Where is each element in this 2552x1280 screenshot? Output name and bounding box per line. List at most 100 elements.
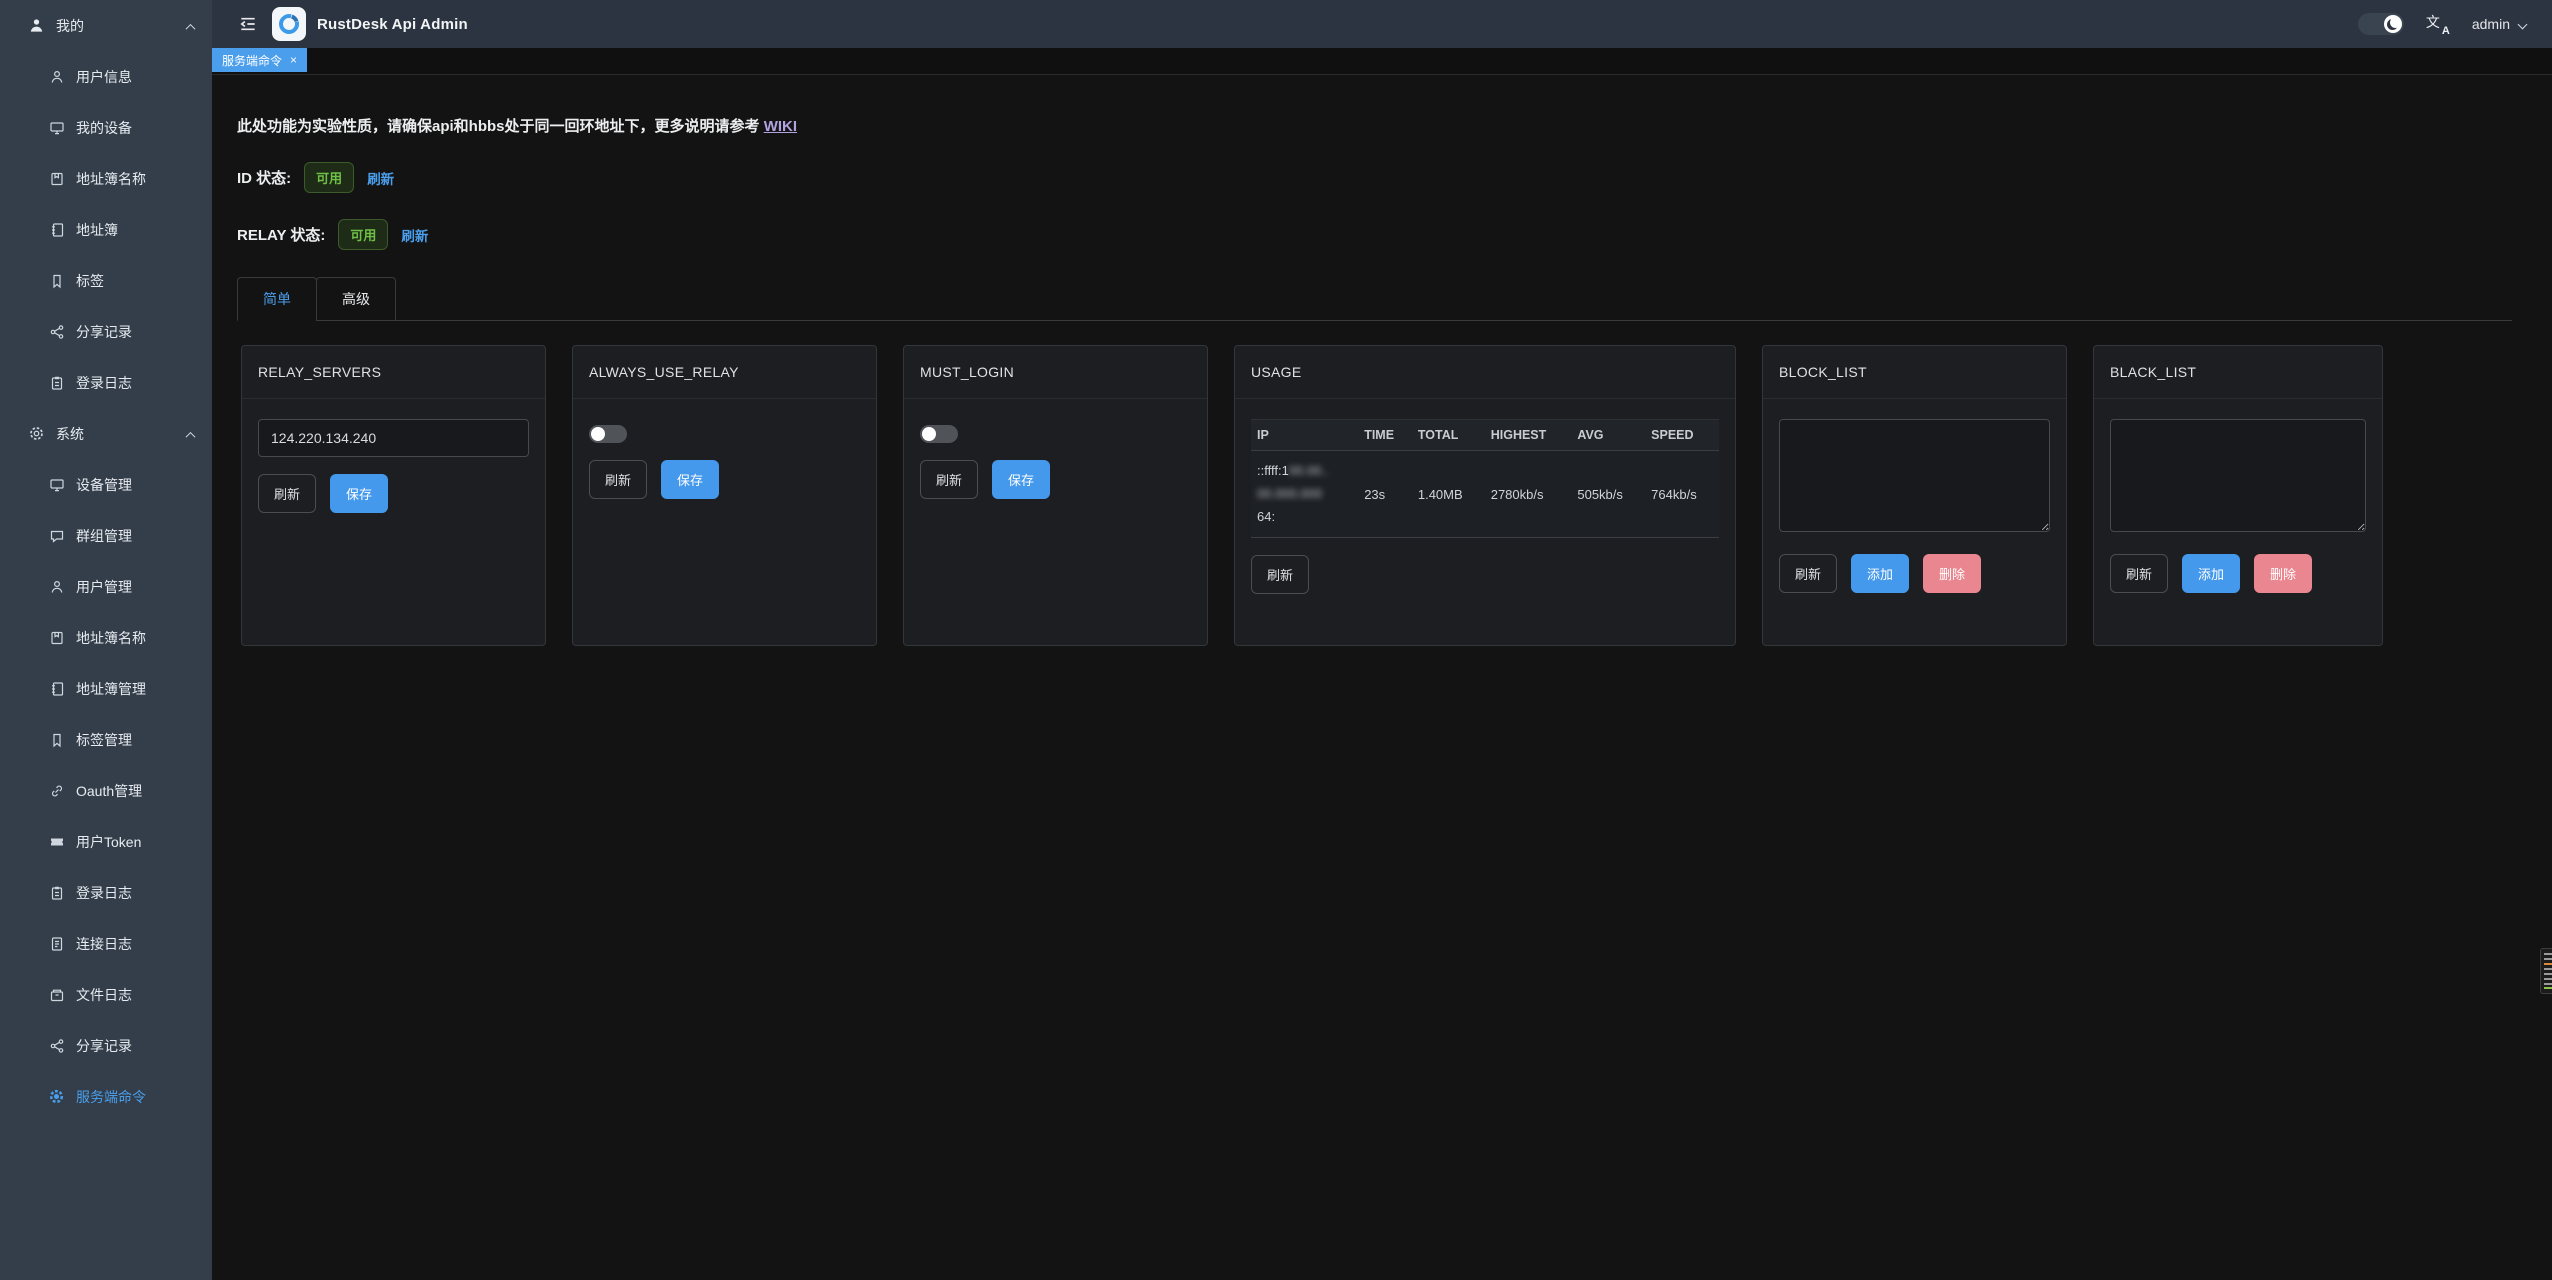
notice-text: 此处功能为实验性质，请确保api和hbbs处于同一回环地址下，更多说明请参考 <box>237 118 760 135</box>
sidebar-item-login-logs[interactable]: 登录日志 <box>0 357 212 408</box>
dark-mode-toggle[interactable] <box>2358 13 2404 35</box>
close-icon[interactable]: × <box>290 54 297 66</box>
mode-tabs: 简单 高级 <box>237 276 2512 321</box>
sidebar-item-label: 连接日志 <box>76 934 132 954</box>
refresh-button[interactable]: 刷新 <box>589 460 647 499</box>
delete-button[interactable]: 删除 <box>1923 554 1981 593</box>
chevron-down-icon <box>2518 19 2528 29</box>
gear-filled-icon <box>48 1088 65 1105</box>
sidebar-item-user-token[interactable]: 用户Token <box>0 816 212 867</box>
main-column: RustDesk Api Admin 文A admin 服务端命令 × <box>212 0 2552 1280</box>
ticket-icon <box>48 833 65 850</box>
sidebar-item-label: 标签管理 <box>76 730 132 750</box>
sidebar-item-connection-logs[interactable]: 连接日志 <box>0 918 212 969</box>
sidebar-item-addressbook[interactable]: 地址簿 <box>0 204 212 255</box>
delete-button[interactable]: 删除 <box>2254 554 2312 593</box>
black-list-textarea[interactable] <box>2110 419 2366 532</box>
wiki-link[interactable]: WIKI <box>764 118 797 135</box>
sidebar-section-system[interactable]: 系统 <box>0 408 212 459</box>
col-ip: IP <box>1251 420 1358 451</box>
tab-server-commands[interactable]: 服务端命令 × <box>212 48 307 72</box>
refresh-button[interactable]: 刷新 <box>1779 554 1837 593</box>
sidebar-section-label: 系统 <box>56 424 84 444</box>
refresh-button[interactable]: 刷新 <box>1251 555 1309 594</box>
share-icon <box>48 323 65 340</box>
save-button[interactable]: 保存 <box>992 460 1050 499</box>
sidebar-item-group-mgmt[interactable]: 群组管理 <box>0 510 212 561</box>
id-status-badge: 可用 <box>304 162 354 193</box>
save-button[interactable]: 保存 <box>661 460 719 499</box>
block-list-textarea[interactable] <box>1779 419 2050 532</box>
table-row: ::ffff:100.00.. 00.000.000 64: 23s 1.40M… <box>1251 451 1719 538</box>
tab-simple[interactable]: 简单 <box>237 277 317 321</box>
collapse-chevron-icon[interactable] <box>187 18 194 34</box>
sidebar-item-my-devices[interactable]: 我的设备 <box>0 102 212 153</box>
redacted-text: 00.000.000 <box>1257 486 1322 501</box>
must-login-toggle[interactable] <box>920 425 958 443</box>
language-icon[interactable]: 文A <box>2426 14 2450 34</box>
book-icon <box>48 170 65 187</box>
tab-label: 服务端命令 <box>222 52 282 69</box>
sidebar-item-label: Oauth管理 <box>76 781 142 801</box>
card-title: MUST_LOGIN <box>904 346 1207 399</box>
relay-status-row: RELAY 状态: 可用 刷新 <box>237 219 2512 250</box>
usage-highest-cell: 2780kb/s <box>1485 451 1572 538</box>
relay-status-label: RELAY 状态: <box>237 224 325 245</box>
sidebar-fold-icon[interactable] <box>238 14 258 34</box>
relay-servers-input[interactable] <box>258 419 529 457</box>
card-black-list: BLACK_LIST 刷新 添加 删除 <box>2093 345 2383 646</box>
refresh-button[interactable]: 刷新 <box>920 460 978 499</box>
refresh-button[interactable]: 刷新 <box>258 474 316 513</box>
sidebar-item-share-records-admin[interactable]: 分享记录 <box>0 1020 212 1071</box>
card-block-list: BLOCK_LIST 刷新 添加 删除 <box>1762 345 2067 646</box>
sidebar-item-user-mgmt[interactable]: 用户管理 <box>0 561 212 612</box>
sidebar-item-label: 服务端命令 <box>76 1087 146 1107</box>
card-row: RELAY_SERVERS 刷新 保存 ALWAYS_USE_RELAY <box>241 345 2512 646</box>
always-use-relay-toggle[interactable] <box>589 425 627 443</box>
sidebar-item-label: 登录日志 <box>76 883 132 903</box>
user-filled-icon <box>28 17 45 34</box>
tab-strip: 服务端命令 × <box>212 48 2552 75</box>
add-button[interactable]: 添加 <box>2182 554 2240 593</box>
id-status-row: ID 状态: 可用 刷新 <box>237 162 2512 193</box>
sidebar-item-tag-mgmt[interactable]: 标签管理 <box>0 714 212 765</box>
sidebar-item-label: 分享记录 <box>76 322 132 342</box>
sidebar-item-share-records[interactable]: 分享记录 <box>0 306 212 357</box>
usage-total-cell: 1.40MB <box>1412 451 1485 538</box>
card-usage: USAGE IP TIME TOTAL HIGHEST AVG SPEE <box>1234 345 1736 646</box>
add-button[interactable]: 添加 <box>1851 554 1909 593</box>
sidebar-item-file-logs[interactable]: 文件日志 <box>0 969 212 1020</box>
monitor-icon <box>48 119 65 136</box>
sidebar-section-label: 我的 <box>56 16 84 36</box>
sidebar-item-label: 设备管理 <box>76 475 132 495</box>
refresh-button[interactable]: 刷新 <box>2110 554 2168 593</box>
collapse-chevron-icon[interactable] <box>187 426 194 442</box>
gear-icon <box>28 425 45 442</box>
minimap-stripes <box>2544 953 2552 989</box>
card-relay-servers: RELAY_SERVERS 刷新 保存 <box>241 345 546 646</box>
sidebar-section-mine[interactable]: 我的 <box>0 0 212 51</box>
sidebar-item-device-mgmt[interactable]: 设备管理 <box>0 459 212 510</box>
minimap-widget <box>2540 948 2552 994</box>
relay-refresh-link[interactable]: 刷新 <box>401 225 428 245</box>
experimental-notice: 此处功能为实验性质，请确保api和hbbs处于同一回环地址下，更多说明请参考 W… <box>237 115 2512 136</box>
sidebar-item-oauth-mgmt[interactable]: Oauth管理 <box>0 765 212 816</box>
col-speed: SPEED <box>1645 420 1719 451</box>
sidebar-item-user-info[interactable]: 用户信息 <box>0 51 212 102</box>
sidebar-item-addressbook-mgmt[interactable]: 地址簿管理 <box>0 663 212 714</box>
tab-advanced[interactable]: 高级 <box>316 277 396 321</box>
sidebar-item-addressbook-names[interactable]: 地址簿名称 <box>0 153 212 204</box>
sidebar-item-addressbook-names-admin[interactable]: 地址簿名称 <box>0 612 212 663</box>
save-button[interactable]: 保存 <box>330 474 388 513</box>
sidebar-item-tags[interactable]: 标签 <box>0 255 212 306</box>
card-title: ALWAYS_USE_RELAY <box>573 346 876 399</box>
topbar-right: 文A admin <box>2358 13 2526 35</box>
sidebar-item-login-logs-admin[interactable]: 登录日志 <box>0 867 212 918</box>
book-icon <box>48 629 65 646</box>
user-menu[interactable]: admin <box>2472 16 2526 32</box>
sidebar-item-label: 地址簿名称 <box>76 628 146 648</box>
user-icon <box>48 578 65 595</box>
sidebar-item-server-commands[interactable]: 服务端命令 <box>0 1071 212 1122</box>
id-refresh-link[interactable]: 刷新 <box>367 168 394 188</box>
col-highest: HIGHEST <box>1485 420 1572 451</box>
